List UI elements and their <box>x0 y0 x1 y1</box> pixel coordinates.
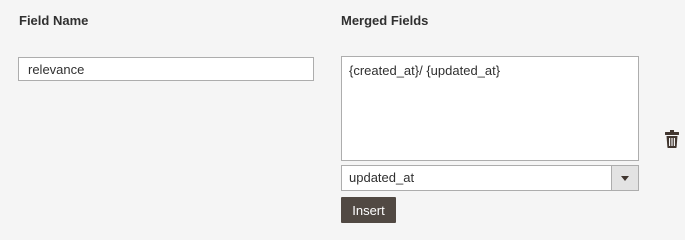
merged-fields-column-label: Merged Fields <box>341 13 429 28</box>
dropdown-toggle[interactable] <box>611 166 638 190</box>
field-select-value: updated_at <box>349 170 415 185</box>
field-name-column-label: Field Name <box>19 13 89 28</box>
chevron-down-icon <box>621 175 629 181</box>
field-name-input[interactable] <box>18 57 314 81</box>
merged-fields-textarea[interactable]: {created_at}/ {updated_at} <box>341 56 639 161</box>
field-select-dropdown[interactable]: updated_at <box>341 165 639 191</box>
insert-button[interactable]: Insert <box>341 197 396 223</box>
trash-icon[interactable] <box>665 130 679 148</box>
